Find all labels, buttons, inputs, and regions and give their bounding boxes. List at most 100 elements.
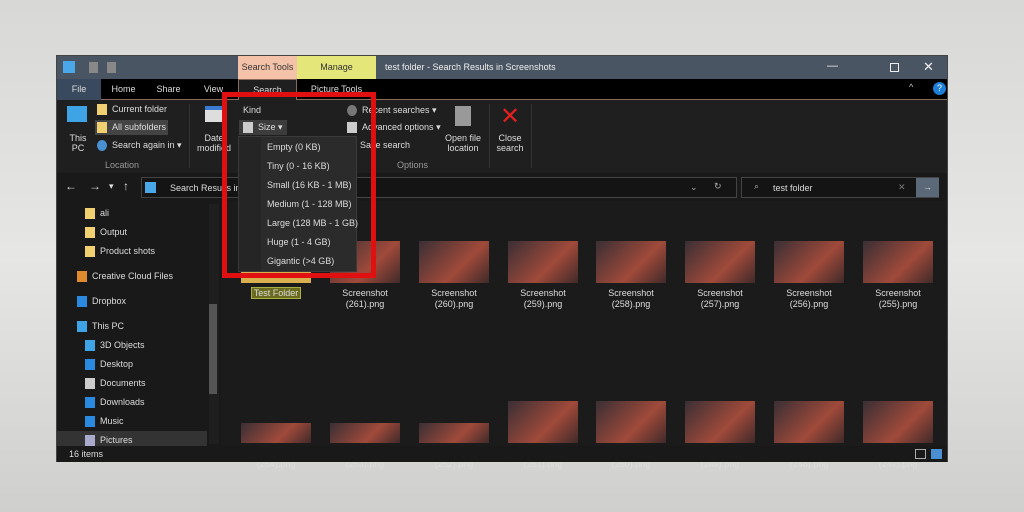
location-group-label: Location: [105, 160, 140, 170]
tab-home[interactable]: Home: [101, 79, 146, 100]
clear-search-icon[interactable]: ✕: [898, 182, 906, 193]
collapse-ribbon-icon[interactable]: ^: [909, 82, 913, 92]
sidebar-item-icon: [77, 296, 87, 308]
file-extension: (261).png: [345, 299, 385, 309]
item-count: 16 items: [69, 449, 104, 459]
forward-button[interactable]: →: [89, 179, 101, 193]
file-item[interactable]: Screenshot (255).png: [858, 241, 938, 310]
file-item[interactable]: Screenshot (258).png: [591, 241, 671, 310]
navigation-pane: ali Output Product shots Creative Cloud Fil…: [57, 201, 221, 450]
thumbnail: [863, 401, 933, 443]
sidebar-item-documents[interactable]: Documents: [85, 374, 146, 393]
thumbnail: [330, 423, 400, 443]
maximize-button[interactable]: [890, 63, 899, 72]
search-go-button[interactable]: →: [916, 178, 939, 197]
thumbnail: [241, 423, 311, 443]
thumbnail: [596, 401, 666, 443]
sidebar-item-desktop[interactable]: Desktop: [85, 355, 133, 374]
sidebar-item-dropbox[interactable]: Dropbox: [77, 292, 126, 311]
large-icons-view-button[interactable]: [931, 449, 942, 459]
address-dropdown-icon[interactable]: ⌄: [690, 182, 698, 193]
ribbon-tabs: File Home Share View Search Picture Tool…: [57, 79, 947, 101]
file-item[interactable]: Screenshot (256).png: [769, 241, 849, 310]
file-item[interactable]: Screenshot (259).png: [503, 241, 583, 310]
search-results-icon: [145, 182, 156, 193]
thumbnail: [685, 241, 755, 283]
sidebar-item-icon: [85, 359, 95, 371]
thumbnail: [508, 401, 578, 443]
sidebar-item-label: Documents: [100, 378, 146, 388]
new-folder-icon[interactable]: [107, 62, 116, 73]
sidebar-item-icon: [85, 378, 95, 390]
ribbon: This PC Current folder All subfolders Se…: [57, 100, 947, 173]
properties-icon[interactable]: [89, 62, 98, 73]
file-name: Screenshot: [431, 288, 477, 298]
sidebar-item-output[interactable]: Output: [85, 223, 127, 242]
sidebar-item-icon: [85, 397, 95, 409]
sidebar-item-ali[interactable]: ali: [85, 204, 109, 223]
sidebar-item-icon: [77, 271, 87, 283]
file-extension: (256).png: [789, 299, 829, 309]
file-item[interactable]: Screenshot (257).png: [680, 241, 760, 310]
thumbnail: [596, 241, 666, 283]
options-group-label: Options: [397, 160, 429, 170]
close-button[interactable]: ✕: [923, 59, 934, 75]
tab-file[interactable]: File: [57, 79, 101, 100]
address-row: ← → ▾ ↑ Search Results in Screenshots ⌄ …: [57, 173, 947, 201]
recent-locations-button[interactable]: ▾: [109, 181, 114, 192]
sidebar-item-label: Music: [100, 416, 124, 426]
details-view-button[interactable]: [915, 449, 926, 459]
sidebar-item-icon: [85, 246, 95, 258]
search-tools-context: Search Tools: [238, 56, 297, 79]
sidebar-item-product-shots[interactable]: Product shots: [85, 242, 155, 261]
sidebar-item-creative-cloud-files[interactable]: Creative Cloud Files: [77, 267, 173, 286]
open-file-location-button[interactable]: Open file location: [441, 133, 485, 153]
file-item[interactable]: Screenshot (260).png: [414, 241, 494, 310]
sidebar-item-3d-objects[interactable]: 3D Objects: [85, 336, 145, 355]
file-name: Screenshot: [697, 288, 743, 298]
sidebar-item-label: Product shots: [100, 246, 156, 256]
open-file-location-icon: [455, 106, 471, 126]
sidebar-item-label: ali: [100, 208, 110, 218]
minimize-button[interactable]: —: [827, 60, 838, 72]
help-icon[interactable]: ?: [933, 82, 946, 95]
thumbnail: [508, 241, 578, 283]
sidebar-item-icon: [85, 227, 95, 239]
sidebar-scrollbar[interactable]: [209, 204, 219, 444]
refresh-icon[interactable]: ↻: [714, 181, 722, 192]
file-name: Screenshot: [342, 288, 388, 298]
highlight-annotation: [222, 92, 376, 278]
file-extension: (259).png: [523, 299, 563, 309]
sidebar-item-label: Desktop: [100, 359, 134, 369]
this-pc-icon: [67, 106, 87, 122]
sidebar-item-this-pc[interactable]: This PC: [77, 317, 124, 336]
tab-share[interactable]: Share: [146, 79, 191, 100]
divider: [189, 104, 190, 168]
search-again-button[interactable]: Search again in ▾: [97, 140, 182, 152]
this-pc-button[interactable]: This PC: [63, 133, 93, 153]
sidebar-item-music[interactable]: Music: [85, 412, 124, 431]
file-name: Screenshot: [608, 288, 654, 298]
file-name: Screenshot: [875, 288, 921, 298]
search-again-icon: [97, 140, 107, 152]
back-button[interactable]: ←: [65, 179, 77, 193]
close-search-button[interactable]: Close search: [493, 133, 527, 153]
current-folder-button[interactable]: Current folder: [97, 104, 167, 116]
search-icon: ⌕: [754, 181, 760, 191]
all-subfolders-button[interactable]: All subfolders: [95, 120, 169, 136]
manage-context: Manage: [297, 56, 376, 79]
sidebar-item-label: Dropbox: [92, 296, 127, 306]
file-name: Screenshot: [786, 288, 832, 298]
sidebar-item-icon: [85, 435, 95, 447]
search-input[interactable]: test folder: [773, 183, 813, 193]
status-bar: 16 items: [57, 446, 947, 462]
file-explorer-window: Search Tools Manage test folder - Search…: [56, 55, 948, 469]
calendar-icon: [205, 106, 223, 122]
sidebar-item-icon: [77, 321, 87, 333]
up-button[interactable]: ↑: [123, 179, 129, 193]
sidebar-item-downloads[interactable]: Downloads: [85, 393, 145, 412]
search-box[interactable]: ⌕ test folder ✕ →: [741, 177, 939, 198]
sidebar-item-icon: [85, 416, 95, 428]
file-extension: (255).png: [878, 299, 918, 309]
explorer-icon: [63, 61, 75, 73]
